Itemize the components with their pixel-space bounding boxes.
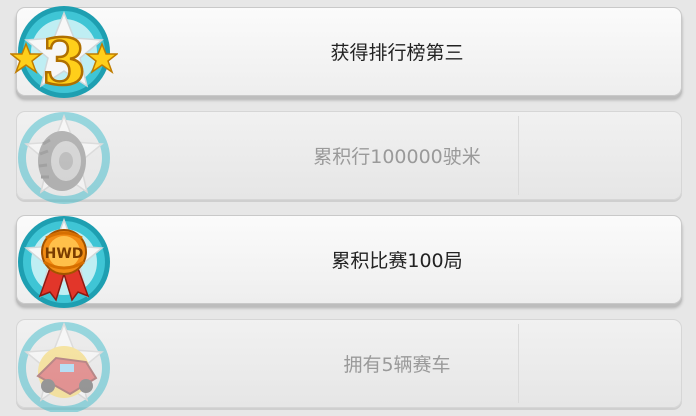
- medal-text: HWD: [45, 246, 84, 262]
- achievement-row-cars[interactable]: 拥有5辆赛车: [0, 312, 696, 416]
- race-car-icon: [10, 312, 118, 412]
- achievement-row-rank[interactable]: 获得排行榜第三 3: [0, 0, 696, 104]
- achievement-list: 获得排行榜第三 3 累积行100000驶米 累积比赛100局 HWD 拥有5辆赛…: [0, 0, 696, 416]
- achievement-title: 获得排行榜第三: [330, 42, 464, 64]
- achievement-title: 累积比赛100局: [331, 250, 463, 272]
- tire-icon: [10, 104, 118, 204]
- rank-3-star-icon: 3: [10, 0, 118, 100]
- achievement-row-races[interactable]: 累积比赛100局 HWD: [0, 208, 696, 312]
- achievement-title: 拥有5辆赛车: [343, 354, 451, 376]
- rank-number: 3: [42, 25, 87, 100]
- achievement-row-distance[interactable]: 累积行100000驶米: [0, 104, 696, 208]
- achievement-title: 累积行100000驶米: [313, 146, 481, 168]
- hwd-medal-icon: HWD: [10, 208, 118, 308]
